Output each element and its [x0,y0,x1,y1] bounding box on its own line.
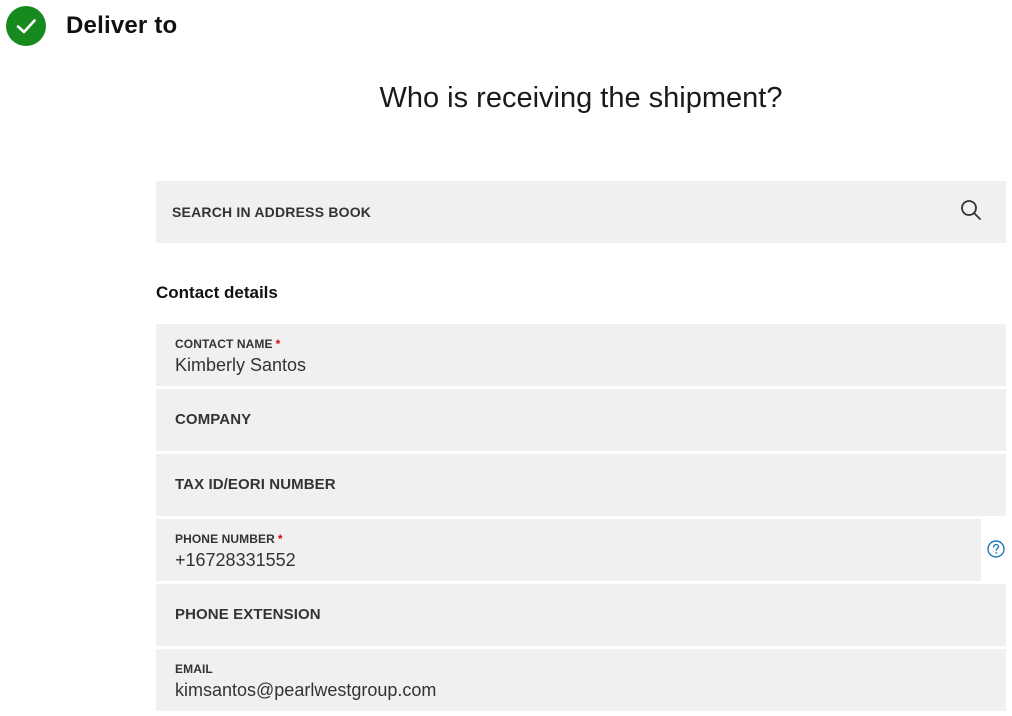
tax-id-label: TAX ID/EORI NUMBER [175,476,336,493]
required-mark: * [277,532,283,546]
company-field[interactable]: COMPANY [156,389,1006,451]
page-question: Who is receiving the shipment? [379,82,783,114]
required-mark: * [275,337,281,351]
address-book-search[interactable]: SEARCH IN ADDRESS BOOK [156,181,1006,243]
search-icon[interactable] [960,199,982,226]
help-icon[interactable] [987,540,1005,558]
phone-number-label-text: PHONE NUMBER [175,532,275,546]
phone-number-label: PHONE NUMBER * [175,532,283,546]
contact-name-field[interactable]: CONTACT NAME * Kimberly Santos [156,324,1006,386]
email-label: EMAIL [175,662,213,676]
step-title: Deliver to [66,12,178,39]
section-title-contact-details: Contact details [156,283,278,302]
search-label: SEARCH IN ADDRESS BOOK [172,204,372,220]
contact-name-label-text: CONTACT NAME [175,337,273,351]
phone-number-field[interactable]: PHONE NUMBER * +16728331552 [156,519,981,581]
phone-extension-label: PHONE EXTENSION [175,606,321,623]
phone-extension-field[interactable]: PHONE EXTENSION [156,584,1006,646]
email-value: kimsantos@pearlwestgroup.com [175,680,437,700]
company-label: COMPANY [175,411,252,428]
contact-name-label: CONTACT NAME * [175,337,280,351]
deliver-to-page: Deliver to Who is receiving the shipment… [0,0,1012,716]
step-header: Deliver to [6,6,177,46]
email-field[interactable]: EMAIL kimsantos@pearlwestgroup.com [156,649,1006,711]
contact-name-value: Kimberly Santos [175,355,307,375]
phone-number-value: +16728331552 [175,550,296,570]
tax-id-field[interactable]: TAX ID/EORI NUMBER [156,454,1006,516]
check-icon [6,6,46,46]
